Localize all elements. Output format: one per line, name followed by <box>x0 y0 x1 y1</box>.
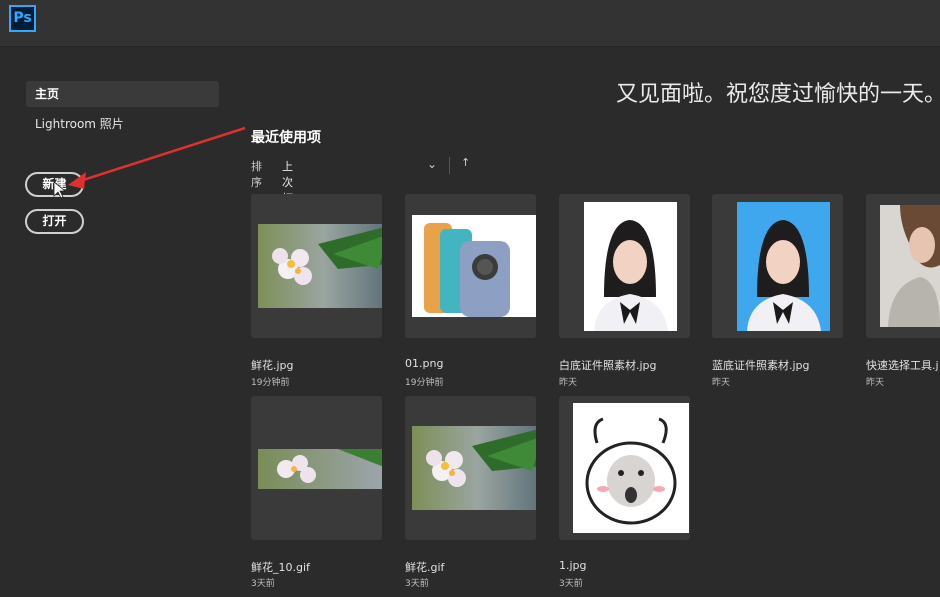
file-name[interactable]: 鲜花.jpg <box>251 357 294 373</box>
file-time: 昨天 <box>866 378 885 388</box>
new-button[interactable]: 新建 <box>25 172 84 197</box>
file-time: 19分钟前 <box>405 378 444 388</box>
recent-title: 最近使用项 <box>251 130 321 146</box>
photoshop-logo[interactable]: Ps <box>9 5 36 32</box>
file-time: 昨天 <box>712 378 731 388</box>
title-bar: Ps <box>0 0 940 47</box>
sidebar-item-home[interactable]: 主页 <box>26 81 219 107</box>
file-name[interactable]: 快速选择工具.j <box>866 357 940 373</box>
sort-divider <box>449 157 450 174</box>
sidebar-item-lightroom[interactable]: Lightroom 照片 <box>26 111 219 137</box>
file-name[interactable]: 01.png <box>405 357 443 370</box>
file-tile[interactable] <box>251 194 382 338</box>
open-button[interactable]: 打开 <box>25 209 84 234</box>
file-name[interactable]: 鲜花_10.gif <box>251 559 310 575</box>
sort-direction-icon[interactable]: ↑ <box>461 156 470 169</box>
file-tile[interactable] <box>559 396 690 540</box>
file-name[interactable]: 蓝底证件照素材.jpg <box>712 357 810 373</box>
file-tile[interactable] <box>866 194 940 338</box>
flower-thumbnail <box>412 426 536 510</box>
file-tile[interactable] <box>405 396 536 540</box>
file-name[interactable]: 白底证件照素材.jpg <box>559 357 657 373</box>
file-tile[interactable] <box>405 194 536 338</box>
file-time: 3天前 <box>251 579 275 589</box>
woman-thumbnail <box>880 205 940 327</box>
portrait-white-thumbnail <box>584 202 677 331</box>
portrait-blue-thumbnail <box>737 202 830 331</box>
file-time: 19分钟前 <box>251 378 290 388</box>
file-name[interactable]: 1.jpg <box>559 559 587 572</box>
file-tile[interactable] <box>712 194 843 338</box>
file-name[interactable]: 鲜花.gif <box>405 559 444 575</box>
file-time: 昨天 <box>559 378 578 388</box>
greeting-text: 又见面啦。祝您度过愉快的一天。 <box>616 82 940 107</box>
file-tile[interactable] <box>251 396 382 540</box>
flower-strip-thumbnail <box>258 449 382 489</box>
file-time: 3天前 <box>405 579 429 589</box>
file-time: 3天前 <box>559 579 583 589</box>
chevron-down-icon[interactable]: ⌄ <box>427 157 437 171</box>
file-tile[interactable] <box>559 194 690 338</box>
sort-label: 排序 <box>251 160 262 189</box>
meme-thumbnail <box>573 403 689 533</box>
phone-thumbnail <box>412 215 536 317</box>
flower-thumbnail <box>258 224 382 308</box>
